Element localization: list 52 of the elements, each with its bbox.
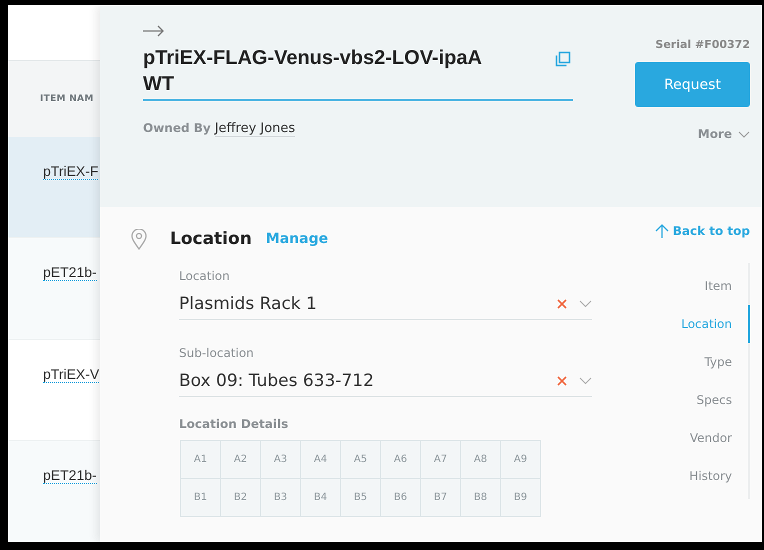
clear-icon[interactable] <box>557 299 567 309</box>
section-nav-item[interactable]: Type <box>681 343 750 381</box>
section-nav-item[interactable]: Location <box>681 305 750 343</box>
list-row[interactable]: pET21b- <box>8 440 100 542</box>
item-title[interactable]: pTriEX-FLAG-Venus-vbs2-LOV-ipaA WT <box>143 45 555 97</box>
grid-cell[interactable]: B6 <box>381 479 421 517</box>
copy-icon[interactable] <box>555 51 571 67</box>
grid-cell[interactable]: B3 <box>261 479 301 517</box>
grid-cell[interactable]: B2 <box>221 479 261 517</box>
grid-cell[interactable]: A3 <box>261 441 301 479</box>
field-label: Sub-location <box>179 346 255 360</box>
grid-cell[interactable]: A5 <box>341 441 381 479</box>
grid-cell[interactable]: A4 <box>301 441 341 479</box>
location-select[interactable]: Box 09: Tubes 633-712 <box>179 366 592 397</box>
section-nav-item[interactable]: Specs <box>681 381 750 419</box>
column-header: ITEM NAM <box>8 61 100 138</box>
owner-name[interactable]: Jeffrey Jones <box>214 121 296 137</box>
list-row[interactable]: pET21b- <box>8 238 100 340</box>
section-nav-item[interactable]: Vendor <box>681 419 750 457</box>
grid-cell[interactable]: B9 <box>501 479 541 517</box>
arrow-up-icon <box>654 224 669 238</box>
grid-cell[interactable]: A6 <box>381 441 421 479</box>
chevron-down-icon[interactable] <box>579 300 592 308</box>
request-button[interactable]: Request <box>635 62 750 107</box>
grid-cell[interactable]: A9 <box>501 441 541 479</box>
more-button[interactable]: More <box>698 127 750 141</box>
back-to-top-link[interactable]: Back to top <box>654 224 750 238</box>
list-row[interactable]: pTriEX-V <box>8 340 100 441</box>
owned-by-label: Owned By <box>143 121 211 135</box>
grid-cell[interactable]: B5 <box>341 479 381 517</box>
grid-cell[interactable]: A2 <box>221 441 261 479</box>
grid-cell[interactable]: B7 <box>421 479 461 517</box>
grid-cell[interactable]: B4 <box>301 479 341 517</box>
details-label: Location Details <box>179 417 290 431</box>
field-label: Location <box>179 269 231 283</box>
grid-cell[interactable]: A8 <box>461 441 501 479</box>
grid-cell[interactable]: A7 <box>421 441 461 479</box>
grid-cell[interactable]: B8 <box>461 479 501 517</box>
list-row[interactable]: pTriEX-F <box>8 137 100 238</box>
grid-cell[interactable]: A1 <box>181 441 221 479</box>
location-select[interactable]: Plasmids Rack 1 <box>179 289 592 320</box>
location-pin-icon <box>131 228 147 250</box>
chevron-down-icon <box>738 130 750 138</box>
chevron-down-icon[interactable] <box>579 377 592 385</box>
grid-cell[interactable]: B1 <box>181 479 221 517</box>
clear-icon[interactable] <box>557 376 567 386</box>
section-nav-item[interactable]: History <box>681 457 750 495</box>
section-title: Location <box>170 229 252 249</box>
manage-link[interactable]: Manage <box>266 231 328 247</box>
section-nav-item[interactable]: Item <box>681 267 750 305</box>
serial-number: Serial #F00372 <box>655 38 750 51</box>
arrow-right-icon[interactable] <box>143 25 165 37</box>
